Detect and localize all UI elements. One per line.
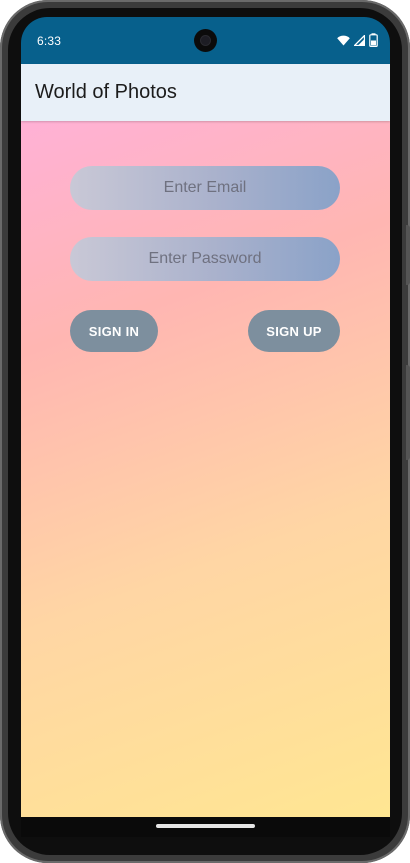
status-time: 6:33: [37, 34, 62, 48]
password-input[interactable]: [70, 249, 340, 269]
front-camera: [194, 29, 217, 52]
volume-button: [406, 365, 410, 460]
battery-icon: [369, 33, 378, 47]
phone-screen: 6:33 World of Photos SIGN IN SIGN UP: [21, 17, 390, 817]
wifi-icon: [337, 35, 350, 46]
password-field[interactable]: [70, 237, 340, 281]
login-screen: SIGN IN SIGN UP: [21, 121, 390, 817]
app-bar: World of Photos: [21, 64, 390, 121]
home-gesture-handle[interactable]: [156, 824, 255, 828]
sign-in-button[interactable]: SIGN IN: [70, 310, 158, 352]
email-field[interactable]: [70, 166, 340, 210]
sign-up-button[interactable]: SIGN UP: [248, 310, 340, 352]
status-icons: [337, 32, 378, 48]
cellular-signal-icon: [354, 34, 365, 46]
app-title: World of Photos: [35, 81, 177, 103]
power-button: [406, 225, 410, 285]
status-bar: 6:33: [21, 17, 390, 64]
email-input[interactable]: [70, 178, 340, 198]
navigation-bar: [21, 817, 390, 837]
